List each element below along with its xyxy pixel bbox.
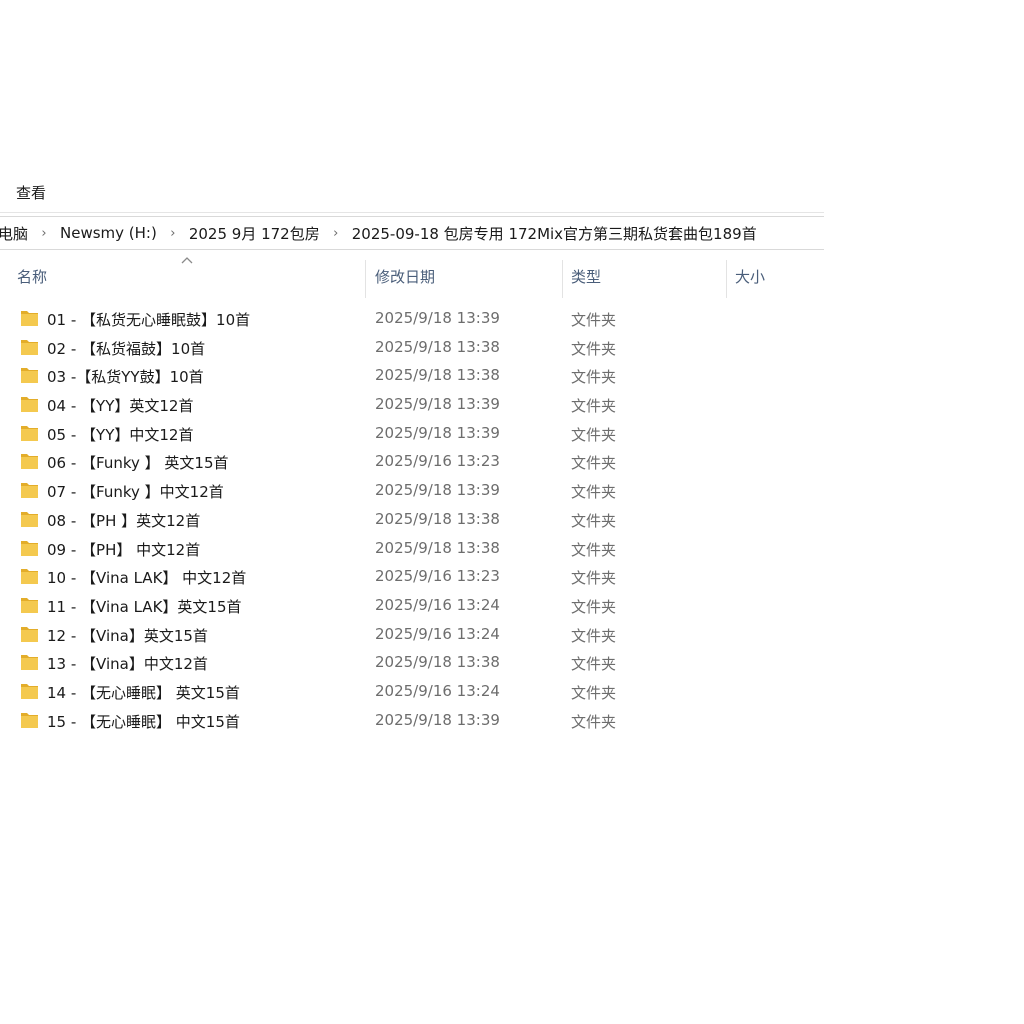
file-type: 文件夹 bbox=[571, 368, 617, 387]
list-item[interactable]: 08 - 【PH 】英文12首 2025/9/18 13:38 文件夹 bbox=[0, 505, 824, 534]
list-item[interactable]: 06 - 【Funky 】 英文15首 2025/9/16 13:23 文件夹 bbox=[0, 447, 824, 476]
file-name[interactable]: 09 - 【PH】 中文12首 bbox=[47, 539, 200, 560]
file-name[interactable]: 10 - 【Vina LAK】 中文12首 bbox=[47, 567, 246, 588]
file-name[interactable]: 07 - 【Funky 】中文12首 bbox=[47, 481, 224, 502]
column-divider[interactable] bbox=[365, 260, 366, 298]
file-type: 文件夹 bbox=[571, 597, 617, 616]
chevron-right-icon[interactable]: › bbox=[30, 226, 58, 241]
file-explorer-window: 查看 电脑 › Newsmy (H:) › 2025 9月 172包房 › 20… bbox=[0, 0, 824, 1024]
modified-date: 2025/9/18 13:38 bbox=[375, 538, 500, 557]
file-name[interactable]: 13 - 【Vina】中文12首 bbox=[47, 653, 208, 674]
file-type: 文件夹 bbox=[571, 626, 617, 645]
list-item[interactable]: 07 - 【Funky 】中文12首 2025/9/18 13:39 文件夹 bbox=[0, 476, 824, 505]
list-item[interactable]: 09 - 【PH】 中文12首 2025/9/18 13:38 文件夹 bbox=[0, 534, 824, 563]
modified-date: 2025/9/18 13:38 bbox=[375, 509, 500, 528]
folder-icon bbox=[21, 483, 38, 499]
breadcrumb-this-pc[interactable]: 电脑 bbox=[0, 223, 30, 244]
folder-icon bbox=[21, 569, 38, 585]
file-name[interactable]: 06 - 【Funky 】 英文15首 bbox=[47, 452, 229, 473]
file-type: 文件夹 bbox=[571, 569, 617, 588]
file-type: 文件夹 bbox=[571, 483, 617, 502]
list-item[interactable]: 13 - 【Vina】中文12首 2025/9/18 13:38 文件夹 bbox=[0, 648, 824, 677]
file-type: 文件夹 bbox=[571, 454, 617, 473]
file-list: 01 - 【私货无心睡眠鼓】10首 2025/9/18 13:39 文件夹 02 - … bbox=[0, 304, 824, 734]
list-item[interactable]: 05 - 【YY】中文12首 2025/9/18 13:39 文件夹 bbox=[0, 419, 824, 448]
file-name[interactable]: 03 -【私货YY鼓】10首 bbox=[47, 366, 204, 387]
column-divider[interactable] bbox=[726, 260, 727, 298]
folder-icon bbox=[21, 339, 38, 355]
column-header-date[interactable]: 修改日期 bbox=[375, 266, 435, 294]
column-header-name[interactable]: 名称 bbox=[17, 266, 47, 294]
breadcrumb-folder-month[interactable]: 2025 9月 172包房 bbox=[187, 223, 322, 244]
list-item[interactable]: 14 - 【无心睡眠】 英文15首 2025/9/16 13:24 文件夹 bbox=[0, 677, 824, 706]
file-type: 文件夹 bbox=[571, 311, 617, 329]
folder-icon bbox=[21, 540, 38, 556]
folder-icon bbox=[21, 655, 38, 671]
file-type: 文件夹 bbox=[571, 712, 617, 731]
file-type: 文件夹 bbox=[571, 397, 617, 416]
column-divider[interactable] bbox=[562, 260, 563, 298]
modified-date: 2025/9/18 13:38 bbox=[375, 366, 500, 385]
column-header-type[interactable]: 类型 bbox=[571, 266, 601, 294]
folder-icon bbox=[21, 597, 38, 613]
file-type: 文件夹 bbox=[571, 511, 617, 530]
file-type: 文件夹 bbox=[571, 683, 617, 702]
file-type: 文件夹 bbox=[571, 540, 617, 559]
list-item[interactable]: 03 -【私货YY鼓】10首 2025/9/18 13:38 文件夹 bbox=[0, 361, 824, 390]
file-name[interactable]: 14 - 【无心睡眠】 英文15首 bbox=[47, 682, 240, 703]
modified-date: 2025/9/18 13:39 bbox=[375, 309, 500, 327]
file-type: 文件夹 bbox=[571, 425, 617, 444]
modified-date: 2025/9/16 13:24 bbox=[375, 595, 500, 614]
folder-icon bbox=[21, 712, 38, 728]
folder-icon bbox=[21, 683, 38, 699]
modified-date: 2025/9/16 13:23 bbox=[375, 452, 500, 471]
breadcrumb-drive[interactable]: Newsmy (H:) bbox=[58, 224, 159, 242]
folder-icon bbox=[21, 311, 38, 326]
modified-date: 2025/9/18 13:39 bbox=[375, 423, 500, 442]
list-item[interactable]: 02 - 【私货福鼓】10首 2025/9/18 13:38 文件夹 bbox=[0, 333, 824, 362]
file-type: 文件夹 bbox=[571, 655, 617, 674]
list-item[interactable]: 01 - 【私货无心睡眠鼓】10首 2025/9/18 13:39 文件夹 bbox=[0, 304, 824, 333]
file-name[interactable]: 04 - 【YY】英文12首 bbox=[47, 395, 193, 416]
ribbon: 查看 bbox=[0, 170, 824, 213]
modified-date: 2025/9/16 13:23 bbox=[375, 567, 500, 586]
list-item[interactable]: 12 - 【Vina】英文15首 2025/9/16 13:24 文件夹 bbox=[0, 620, 824, 649]
chevron-right-icon[interactable]: › bbox=[159, 226, 187, 241]
folder-icon bbox=[21, 511, 38, 527]
file-type: 文件夹 bbox=[571, 339, 617, 358]
modified-date: 2025/9/18 13:38 bbox=[375, 653, 500, 672]
list-item[interactable]: 11 - 【Vina LAK】英文15首 2025/9/16 13:24 文件夹 bbox=[0, 591, 824, 620]
file-name[interactable]: 12 - 【Vina】英文15首 bbox=[47, 625, 208, 646]
file-name[interactable]: 15 - 【无心睡眠】 中文15首 bbox=[47, 711, 240, 732]
file-name[interactable]: 08 - 【PH 】英文12首 bbox=[47, 510, 200, 531]
column-header-row: 名称 修改日期 类型 大小 bbox=[0, 256, 824, 300]
list-item[interactable]: 10 - 【Vina LAK】 中文12首 2025/9/16 13:23 文件夹 bbox=[0, 562, 824, 591]
modified-date: 2025/9/16 13:24 bbox=[375, 681, 500, 700]
folder-icon bbox=[21, 425, 38, 441]
file-name[interactable]: 05 - 【YY】中文12首 bbox=[47, 424, 193, 445]
file-name[interactable]: 01 - 【私货无心睡眠鼓】10首 bbox=[47, 309, 250, 330]
column-header-size[interactable]: 大小 bbox=[735, 266, 765, 294]
file-name[interactable]: 02 - 【私货福鼓】10首 bbox=[47, 338, 205, 359]
file-name[interactable]: 11 - 【Vina LAK】英文15首 bbox=[47, 596, 242, 617]
folder-icon bbox=[21, 397, 38, 413]
list-item[interactable]: 04 - 【YY】英文12首 2025/9/18 13:39 文件夹 bbox=[0, 390, 824, 419]
folder-icon bbox=[21, 454, 38, 470]
list-item[interactable]: 15 - 【无心睡眠】 中文15首 2025/9/18 13:39 文件夹 bbox=[0, 706, 824, 735]
sort-up-icon bbox=[181, 257, 193, 264]
folder-icon bbox=[21, 368, 38, 384]
address-bar[interactable]: 电脑 › Newsmy (H:) › 2025 9月 172包房 › 2025-… bbox=[0, 216, 824, 250]
modified-date: 2025/9/18 13:39 bbox=[375, 710, 500, 729]
modified-date: 2025/9/16 13:24 bbox=[375, 624, 500, 643]
ribbon-tab-view[interactable]: 查看 bbox=[16, 182, 46, 203]
modified-date: 2025/9/18 13:38 bbox=[375, 337, 500, 356]
modified-date: 2025/9/18 13:39 bbox=[375, 395, 500, 414]
breadcrumb-folder-current[interactable]: 2025-09-18 包房专用 172Mix官方第三期私货套曲包189首 bbox=[350, 223, 759, 244]
folder-icon bbox=[21, 626, 38, 642]
modified-date: 2025/9/18 13:39 bbox=[375, 481, 500, 500]
chevron-right-icon[interactable]: › bbox=[322, 226, 350, 241]
